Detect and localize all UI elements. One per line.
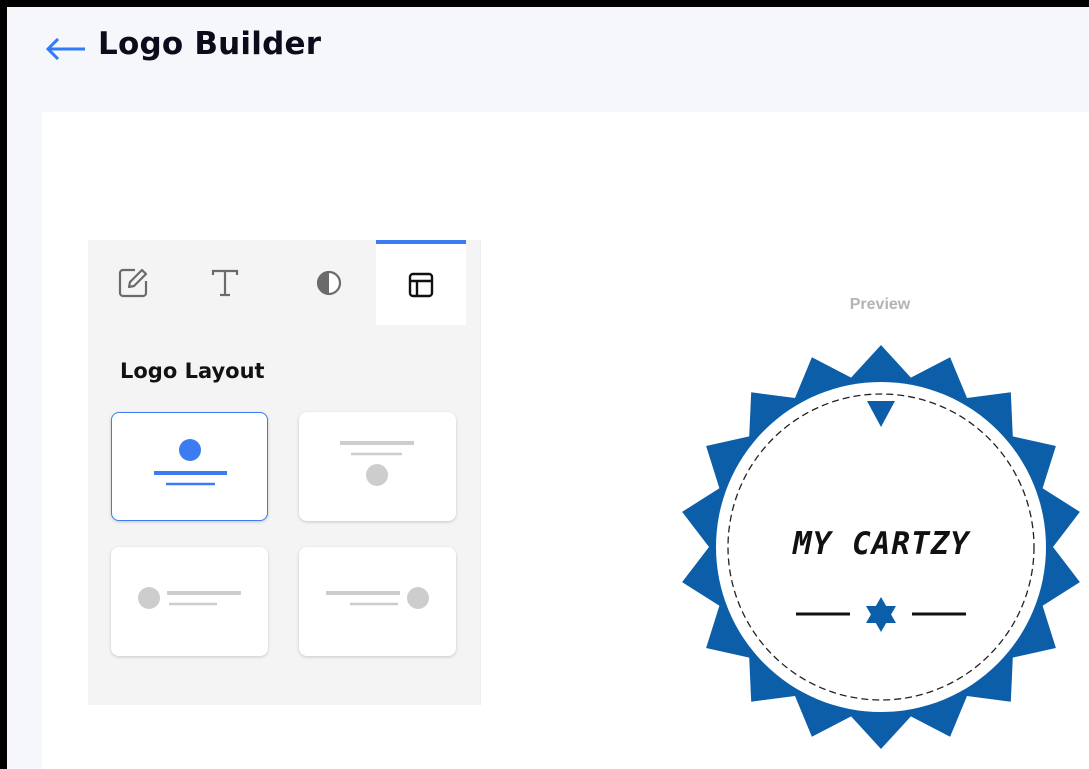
logo-text: MY CARTZY [793, 526, 970, 562]
tab-layout[interactable] [376, 240, 466, 325]
app-window: Logo Builder Logo Layout Preview MY CART… [7, 7, 1089, 769]
layout-option-icon-left[interactable] [111, 547, 268, 656]
tab-text[interactable] [180, 240, 270, 325]
layout-option-icon-bottom[interactable] [299, 412, 456, 521]
tab-edit[interactable] [88, 240, 178, 325]
layout-heading: Logo Layout [120, 359, 265, 383]
contrast-icon [316, 270, 342, 295]
page-header: Logo Builder [7, 7, 1089, 87]
layout-icon-top-thumbnail [154, 439, 227, 486]
arrow-left-icon [45, 38, 85, 60]
back-button[interactable] [43, 29, 89, 69]
layout-icon-left-thumbnail [138, 587, 241, 609]
panel-tabs [88, 240, 480, 325]
layout-option-icon-top[interactable] [111, 412, 268, 521]
layout-icon-right-thumbnail [326, 587, 429, 609]
layout-icon [408, 272, 434, 297]
layout-icon-bottom-thumbnail [340, 441, 414, 486]
settings-panel: Logo Layout [88, 240, 481, 705]
layout-option-icon-right[interactable] [299, 547, 456, 656]
page-title: Logo Builder [98, 26, 322, 62]
edit-icon [118, 268, 148, 297]
preview-label: Preview [849, 296, 911, 313]
text-icon [211, 269, 239, 296]
tab-color[interactable] [284, 240, 374, 325]
